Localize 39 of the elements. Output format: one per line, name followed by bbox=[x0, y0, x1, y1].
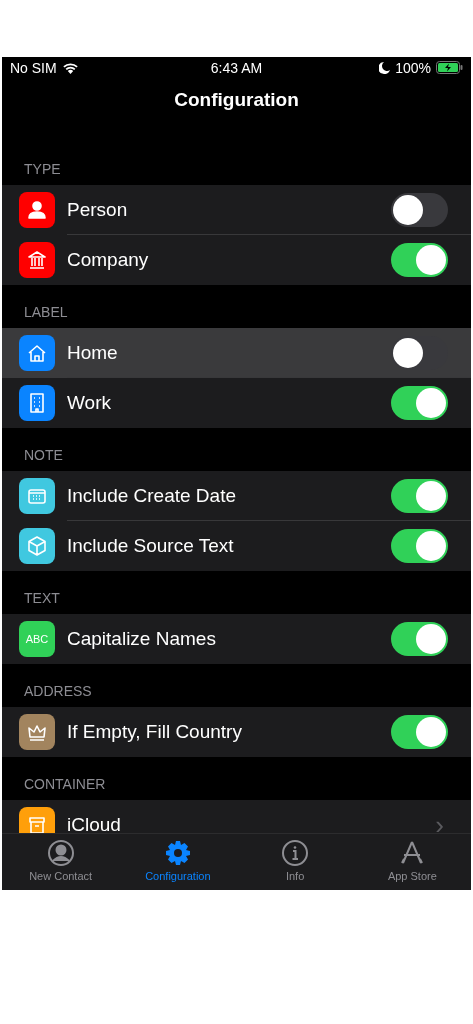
toggle-switch[interactable] bbox=[391, 386, 448, 420]
section-header: TEXT bbox=[24, 590, 60, 606]
row-label: Home bbox=[67, 341, 118, 364]
tab-bar-item[interactable]: App Store bbox=[353, 834, 471, 890]
row-label: iCloud bbox=[67, 814, 121, 833]
section-header: ADDRESS bbox=[24, 683, 92, 699]
section-header: NOTE bbox=[24, 447, 63, 463]
settings-icon bbox=[163, 839, 192, 867]
row-label: If Empty, Fill Country bbox=[67, 721, 242, 743]
wifi-icon bbox=[61, 61, 79, 74]
row-label: Work bbox=[67, 392, 111, 414]
section-header: TYPE bbox=[24, 161, 61, 177]
tab-bar-item[interactable]: Configuration bbox=[119, 834, 237, 890]
row-label: Capitalize Names bbox=[67, 628, 216, 650]
info-icon bbox=[281, 839, 310, 867]
row-label: Include Create Date bbox=[67, 484, 236, 507]
moon-icon bbox=[379, 61, 391, 74]
row-label: Company bbox=[67, 249, 149, 271]
toggle-switch[interactable] bbox=[391, 715, 448, 749]
toggle-switch[interactable] bbox=[391, 478, 448, 513]
tab-bar-item[interactable]: Info bbox=[236, 834, 354, 890]
abc-icon: ABC bbox=[19, 621, 55, 657]
row-label: Person bbox=[67, 198, 128, 221]
toggle-switch[interactable] bbox=[391, 192, 448, 227]
battery-icon bbox=[436, 61, 463, 74]
person-circle-icon bbox=[46, 839, 75, 867]
carrier-text: No SIM bbox=[10, 59, 57, 76]
row-label: Include Source Text bbox=[67, 535, 234, 557]
tab-bar-item[interactable]: New Contact bbox=[2, 834, 120, 890]
toggle-switch[interactable] bbox=[391, 622, 448, 656]
settings-row[interactable]: Home bbox=[2, 328, 471, 378]
screen-title: Configuration bbox=[174, 89, 299, 112]
battery-percent: 100% bbox=[395, 59, 431, 76]
toggle-switch[interactable] bbox=[391, 243, 448, 277]
chevron: › bbox=[435, 809, 444, 833]
clock-text: 6:43 AM bbox=[210, 59, 263, 76]
section-header: LABEL bbox=[24, 304, 68, 320]
section-header: CONTAINER bbox=[24, 776, 106, 792]
toggle-switch[interactable] bbox=[391, 529, 448, 563]
